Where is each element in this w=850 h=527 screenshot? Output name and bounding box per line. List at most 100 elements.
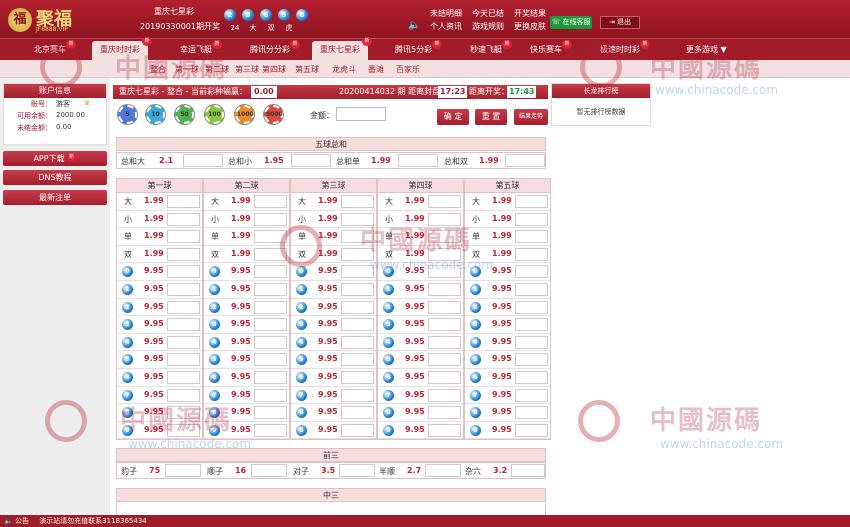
bet-row[interactable]: 8 9.95 <box>117 404 202 422</box>
bet-row[interactable]: 3 9.95 <box>378 316 463 334</box>
bet-row[interactable]: 5 9.95 <box>291 351 376 369</box>
subnav-item[interactable]: 第一球 <box>175 64 199 75</box>
link-settled-today[interactable]: 今天已结 <box>472 9 504 18</box>
bet-row[interactable]: 小 1.99 <box>204 211 289 229</box>
bet-amount-input[interactable] <box>254 370 287 384</box>
bet-row[interactable]: 大 1.99 <box>378 193 463 211</box>
bet-row[interactable]: 5 9.95 <box>117 351 202 369</box>
bet-row[interactable]: 双 1.99 <box>117 246 202 264</box>
bet-row[interactable]: 9 9.95 <box>465 422 550 440</box>
latest-bets-button[interactable]: 最新注单 <box>3 190 107 205</box>
nav-item[interactable]: 重庆七星彩新 <box>312 37 372 61</box>
bet-amount-input[interactable] <box>341 335 374 349</box>
bet-amount-input[interactable] <box>167 195 200 208</box>
subnav-item[interactable]: 整合 <box>150 64 166 75</box>
bet-amount-input[interactable] <box>515 195 548 208</box>
subnav-item[interactable]: 第二球 <box>205 64 229 75</box>
link-skin[interactable]: 更换皮肤 <box>514 22 546 31</box>
bet-row[interactable]: 单 1.99 <box>378 228 463 246</box>
bet-row[interactable]: 9 9.95 <box>378 422 463 440</box>
subnav-item[interactable]: 百家乐 <box>396 64 420 75</box>
bet-row[interactable]: 单 1.99 <box>117 228 202 246</box>
bet-amount-input[interactable] <box>428 230 461 244</box>
bet-amount-input[interactable] <box>341 230 374 244</box>
subnav-item[interactable]: 第三球 <box>235 64 259 75</box>
bet-row[interactable]: 单 1.99 <box>465 228 550 246</box>
bet-amount-input[interactable] <box>254 195 287 208</box>
bet-row[interactable]: 4 9.95 <box>117 334 202 352</box>
bet-amount-input[interactable] <box>515 423 548 437</box>
bet-amount-input[interactable] <box>515 300 548 314</box>
bet-row[interactable]: 单 1.99 <box>204 228 289 246</box>
bet-row[interactable]: 双 1.99 <box>465 246 550 264</box>
bet-row[interactable]: 3 9.95 <box>291 316 376 334</box>
bet-row[interactable]: 大 1.99 <box>465 193 550 211</box>
chip-100[interactable]: 100 <box>205 105 224 124</box>
front3-input[interactable] <box>251 464 287 477</box>
bet-row[interactable]: 2 9.95 <box>291 299 376 317</box>
bet-row[interactable]: 0 9.95 <box>204 263 289 281</box>
bet-amount-input[interactable] <box>341 318 374 332</box>
bet-amount-input[interactable] <box>254 353 287 367</box>
bet-row[interactable]: 9 9.95 <box>291 422 376 440</box>
bet-row[interactable]: 1 9.95 <box>204 281 289 299</box>
bet-amount-input[interactable] <box>167 212 200 226</box>
bet-amount-input[interactable] <box>428 388 461 402</box>
bet-row[interactable]: 4 9.95 <box>291 334 376 352</box>
reset-button[interactable]: 重 置 <box>475 109 507 125</box>
subnav-item[interactable]: 龙虎斗 <box>332 64 356 75</box>
sum-input[interactable] <box>183 154 223 167</box>
confirm-button[interactable]: 确 定 <box>437 109 469 125</box>
bet-amount-input[interactable] <box>167 282 200 296</box>
bet-row[interactable]: 8 9.95 <box>204 404 289 422</box>
bet-amount-input[interactable] <box>515 265 548 279</box>
bet-amount-input[interactable] <box>428 212 461 226</box>
bet-row[interactable]: 小 1.99 <box>117 211 202 229</box>
bet-amount-input[interactable] <box>254 406 287 420</box>
bet-row[interactable]: 4 9.95 <box>465 334 550 352</box>
bet-row[interactable]: 3 9.95 <box>204 316 289 334</box>
bet-amount-input[interactable] <box>428 318 461 332</box>
bet-row[interactable]: 大 1.99 <box>204 193 289 211</box>
bet-amount-input[interactable] <box>341 212 374 226</box>
bet-row[interactable]: 7 9.95 <box>378 387 463 405</box>
bet-amount-input[interactable] <box>515 353 548 367</box>
bet-amount-input[interactable] <box>254 265 287 279</box>
bet-row[interactable]: 7 9.95 <box>291 387 376 405</box>
bet-row[interactable]: 2 9.95 <box>117 299 202 317</box>
link-results[interactable]: 开奖结果 <box>514 9 546 18</box>
bet-amount-input[interactable] <box>515 212 548 226</box>
bet-row[interactable]: 0 9.95 <box>117 263 202 281</box>
bet-amount-input[interactable] <box>254 212 287 226</box>
bet-amount-input[interactable] <box>341 247 374 261</box>
bet-amount-input[interactable] <box>167 335 200 349</box>
bet-amount-input[interactable] <box>428 195 461 208</box>
nav-more[interactable]: 更多游戏 ▼ <box>686 44 727 55</box>
nav-item[interactable]: 腾讯5分彩新 <box>395 40 443 55</box>
subnav-item[interactable]: 第五球 <box>295 64 319 75</box>
nav-item[interactable]: 秒速飞艇新 <box>470 40 512 55</box>
bet-row[interactable]: 2 9.95 <box>204 299 289 317</box>
chip-5[interactable]: 5 <box>118 105 137 124</box>
bet-amount-input[interactable] <box>515 247 548 261</box>
bet-amount-input[interactable] <box>515 335 548 349</box>
chip-50[interactable]: 50 <box>175 105 194 124</box>
bet-row[interactable]: 4 9.95 <box>204 334 289 352</box>
bet-row[interactable]: 3 9.95 <box>117 316 202 334</box>
bet-amount-input[interactable] <box>515 230 548 244</box>
bet-amount-input[interactable] <box>428 265 461 279</box>
link-unsettled[interactable]: 未结明细 <box>430 9 462 18</box>
bet-amount-input[interactable] <box>341 265 374 279</box>
nav-item[interactable]: 快乐赛车新 <box>530 40 572 55</box>
bet-row[interactable]: 1 9.95 <box>291 281 376 299</box>
bet-row[interactable]: 6 9.95 <box>378 369 463 387</box>
bet-amount-input[interactable] <box>254 282 287 296</box>
bet-row[interactable]: 8 9.95 <box>465 404 550 422</box>
amount-input[interactable] <box>336 107 386 121</box>
link-rules[interactable]: 游戏规则 <box>472 22 504 31</box>
front3-input[interactable] <box>339 464 375 477</box>
bet-row[interactable]: 4 9.95 <box>378 334 463 352</box>
bet-row[interactable]: 0 9.95 <box>378 263 463 281</box>
bet-row[interactable]: 9 9.95 <box>117 422 202 440</box>
bet-row[interactable]: 1 9.95 <box>378 281 463 299</box>
